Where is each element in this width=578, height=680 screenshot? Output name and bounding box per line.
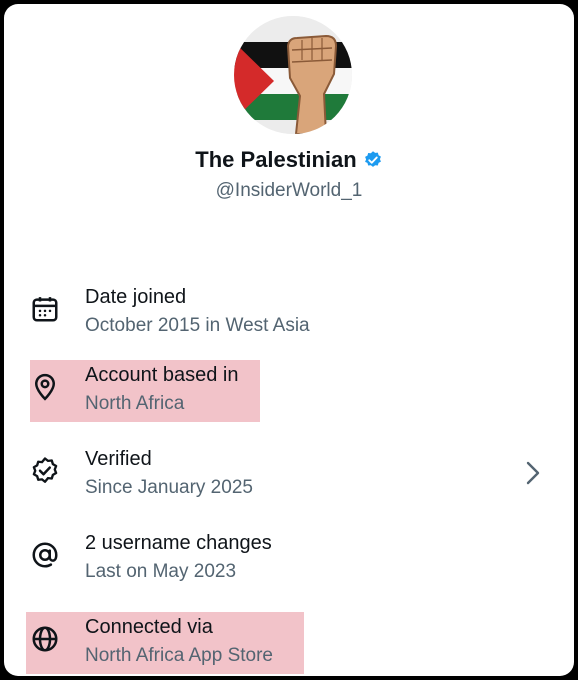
profile-card: The Palestinian @InsiderWorld_1 Date joi… — [4, 4, 574, 676]
about-row-subtitle: North Africa — [85, 393, 185, 414]
about-row-connected-via: Connected via North Africa App Store — [4, 612, 574, 674]
verified-check-icon — [363, 150, 383, 176]
display-name: The Palestinian — [195, 147, 357, 172]
chevron-right-icon[interactable] — [522, 460, 544, 486]
verified-badge-icon — [30, 456, 60, 486]
about-row-subtitle: Last on May 2023 — [85, 561, 237, 582]
about-row-account-based-in: Account based in North Africa — [4, 360, 574, 422]
globe-icon — [30, 624, 60, 654]
about-row-date-joined: Date joined October 2015 in West Asia — [4, 282, 574, 344]
username-handle: @InsiderWorld_1 — [215, 180, 363, 201]
at-sign-icon — [30, 540, 60, 570]
about-row-username-changes: 2 username changes Last on May 2023 — [4, 528, 574, 590]
calendar-icon — [30, 294, 60, 324]
about-row-title: Connected via — [85, 616, 213, 638]
location-pin-icon — [30, 372, 60, 402]
about-row-verified[interactable]: Verified Since January 2025 — [4, 444, 574, 506]
about-row-title: 2 username changes — [85, 532, 272, 554]
about-row-title: Verified — [85, 448, 152, 470]
about-row-title: Account based in — [85, 364, 239, 386]
profile-name-row: The Palestinian — [4, 147, 574, 176]
about-row-subtitle: North Africa App Store — [85, 645, 273, 666]
avatar[interactable] — [234, 16, 352, 134]
palestine-flag-fist-image — [234, 16, 352, 134]
about-row-subtitle: Since January 2025 — [85, 477, 253, 498]
about-row-title: Date joined — [85, 286, 187, 308]
about-row-subtitle: October 2015 in West Asia — [85, 315, 310, 336]
